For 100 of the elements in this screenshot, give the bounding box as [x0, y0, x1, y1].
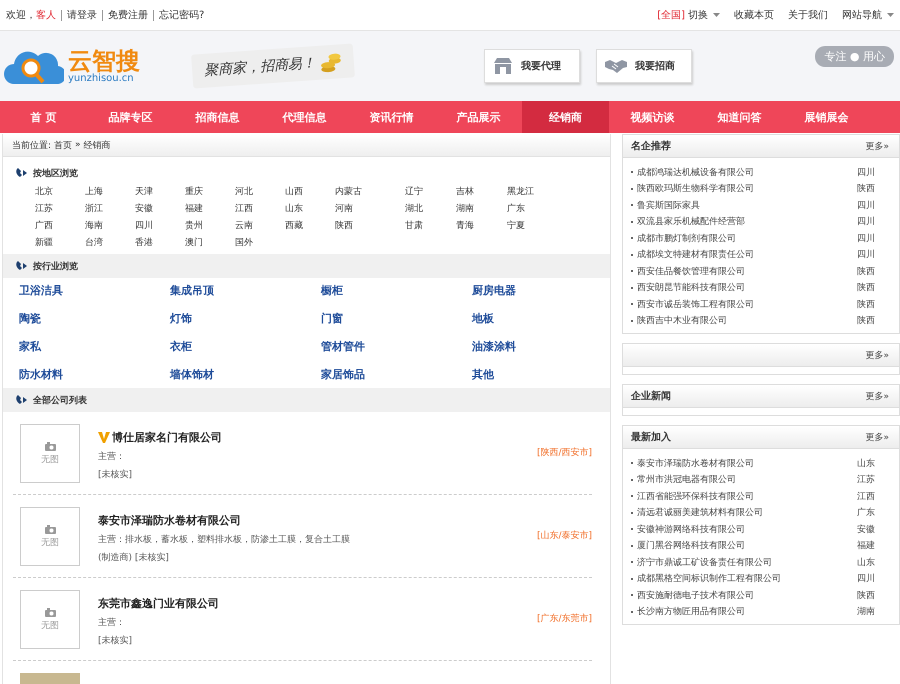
account-link[interactable]: 请登录: [67, 8, 97, 22]
region-link[interactable]: 辽宁: [405, 185, 423, 199]
nav-item[interactable]: 招商信息: [174, 101, 261, 133]
company-link[interactable]: 成都鸿瑞达机械设备有限公司: [637, 166, 754, 179]
region-link[interactable]: 黑龙江: [507, 185, 534, 199]
region-link[interactable]: 台湾: [85, 236, 103, 250]
region-link[interactable]: 四川: [135, 219, 153, 233]
industry-link[interactable]: 橱柜: [321, 284, 343, 298]
company-link[interactable]: 西安佳品餐饮管理有限公司: [637, 264, 745, 278]
company-link[interactable]: 鲁宾斯国际家具: [637, 198, 700, 212]
nav-item[interactable]: 代理信息: [261, 101, 348, 133]
company-link[interactable]: 陕西欧玛斯生物科学有限公司: [637, 182, 754, 196]
industry-link[interactable]: 防水材料: [19, 368, 63, 382]
region-link[interactable]: 天津: [135, 185, 153, 199]
region-link[interactable]: 新疆: [35, 236, 53, 250]
company-link[interactable]: 江西省能强环保科技有限公司: [637, 490, 754, 503]
header-button[interactable]: 我要代理: [484, 49, 580, 83]
company-name[interactable]: 东莞市鑫逸门业有限公司: [98, 596, 219, 611]
region-link[interactable]: 北京: [35, 185, 53, 199]
industry-link[interactable]: 管材管件: [321, 340, 365, 354]
company-link[interactable]: 常州市洪冠电器有限公司: [637, 473, 736, 486]
header-button[interactable]: 我要招商: [596, 49, 692, 83]
region-link[interactable]: 香港: [135, 236, 153, 250]
industry-link[interactable]: 其他: [472, 368, 494, 382]
industry-link[interactable]: 厨房电器: [472, 284, 516, 298]
region-link[interactable]: 江西: [235, 202, 253, 216]
region-link[interactable]: 湖南: [456, 202, 474, 216]
region-link[interactable]: 河北: [235, 185, 253, 199]
company-link[interactable]: 西安施耐德电子技术有限公司: [637, 588, 754, 602]
industry-link[interactable]: 门窗: [321, 312, 343, 326]
region-link[interactable]: 河南: [335, 202, 353, 216]
region-link[interactable]: 上海: [85, 185, 103, 199]
nav-item[interactable]: 视频访谈: [609, 101, 696, 133]
nav-item[interactable]: 资讯行情: [348, 101, 435, 133]
switch-link[interactable]: 切换: [688, 8, 708, 22]
region-link[interactable]: 内蒙古: [335, 185, 362, 199]
industry-link[interactable]: 家私: [19, 340, 41, 354]
region-link[interactable]: 广西: [35, 219, 53, 233]
region-link[interactable]: 山西: [285, 185, 303, 199]
company-link[interactable]: 厦门黑谷网络科技有限公司: [637, 539, 745, 552]
region-link[interactable]: 山东: [285, 202, 303, 216]
top-link[interactable]: 收藏本页: [734, 8, 774, 22]
company-link[interactable]: 济宁市鼎诚工矿设备责任有限公司: [637, 556, 772, 569]
company-link[interactable]: 双流县家乐机械配件经营部: [637, 215, 745, 228]
region-link[interactable]: 陕西: [335, 219, 353, 233]
company-link[interactable]: 成都埃文特建材有限责任公司: [637, 248, 754, 262]
region-link[interactable]: 西藏: [285, 219, 303, 233]
industry-link[interactable]: 陶瓷: [19, 312, 41, 326]
site-nav-link[interactable]: 网站导航: [842, 8, 882, 22]
region-link[interactable]: 青海: [456, 219, 474, 233]
nav-item[interactable]: 品牌专区: [87, 101, 174, 133]
region-link[interactable]: 宁夏: [507, 219, 525, 233]
nav-item[interactable]: 经销商: [522, 101, 609, 133]
industry-link[interactable]: 地板: [472, 312, 494, 326]
more-link[interactable]: 更多»: [865, 430, 889, 444]
region-link[interactable]: 云南: [235, 219, 253, 233]
region-link[interactable]: 贵州: [185, 219, 203, 233]
company-link[interactable]: 西安朗昆节能科技有限公司: [637, 281, 745, 294]
region-link[interactable]: 福建: [185, 202, 203, 216]
region-link[interactable]: 湖北: [405, 202, 423, 216]
industry-link[interactable]: 卫浴洁具: [19, 284, 63, 298]
region-link[interactable]: 吉林: [456, 185, 474, 199]
company-link[interactable]: 陕西吉中木业有限公司: [637, 314, 727, 328]
more-link[interactable]: 更多»: [865, 390, 889, 402]
industry-link[interactable]: 灯饰: [170, 312, 192, 326]
top-link[interactable]: 关于我们: [788, 8, 828, 22]
industry-link[interactable]: 油漆涂料: [472, 340, 516, 354]
region-link[interactable]: 重庆: [185, 185, 203, 199]
region-link[interactable]: 广东: [507, 202, 525, 216]
region-link[interactable]: 国外: [235, 236, 253, 250]
company-link[interactable]: 安徽神游网络科技有限公司: [637, 522, 745, 536]
company-link[interactable]: 西安市诚岳装饰工程有限公司: [637, 298, 754, 311]
account-link[interactable]: 免费注册: [108, 8, 148, 22]
company-link[interactable]: 成都黑格空间标识制作工程有限公司: [637, 572, 781, 586]
region-link[interactable]: 澳门: [185, 236, 203, 250]
more-link[interactable]: 更多»: [865, 140, 889, 152]
company-name[interactable]: 泰安市泽瑞防水卷材有限公司: [98, 513, 241, 528]
company-link[interactable]: 长沙南方物匠用品有限公司: [637, 605, 745, 618]
region-link[interactable]: [全国]: [657, 8, 685, 22]
industry-link[interactable]: 衣柜: [170, 340, 192, 354]
company-link[interactable]: 成都市鹏灯制剂有限公司: [637, 232, 736, 245]
breadcrumb-link[interactable]: 经销商: [84, 138, 111, 152]
industry-link[interactable]: 墙体饰材: [170, 368, 214, 382]
company-name[interactable]: 博仕居家名门有限公司: [112, 430, 222, 445]
account-link[interactable]: 忘记密码?: [159, 8, 204, 22]
more-link[interactable]: 更多»: [865, 348, 889, 362]
breadcrumb-link[interactable]: 首页: [54, 138, 72, 152]
industry-link[interactable]: 集成吊顶: [170, 284, 214, 298]
region-link[interactable]: 浙江: [85, 202, 103, 216]
nav-item[interactable]: 知道问答: [696, 101, 783, 133]
company-link[interactable]: 清远君诚丽美建筑材料有限公司: [637, 506, 763, 520]
industry-link[interactable]: 家居饰品: [321, 368, 365, 382]
company-link[interactable]: 泰安市泽瑞防水卷材有限公司: [637, 456, 754, 470]
region-link[interactable]: 甘肃: [405, 219, 423, 233]
region-link[interactable]: 安徽: [135, 202, 153, 216]
nav-item[interactable]: 产品展示: [435, 101, 522, 133]
nav-item[interactable]: 展销展会: [783, 101, 870, 133]
region-link[interactable]: 海南: [85, 219, 103, 233]
region-link[interactable]: 江苏: [35, 202, 53, 216]
nav-item[interactable]: 首 页: [0, 101, 87, 133]
